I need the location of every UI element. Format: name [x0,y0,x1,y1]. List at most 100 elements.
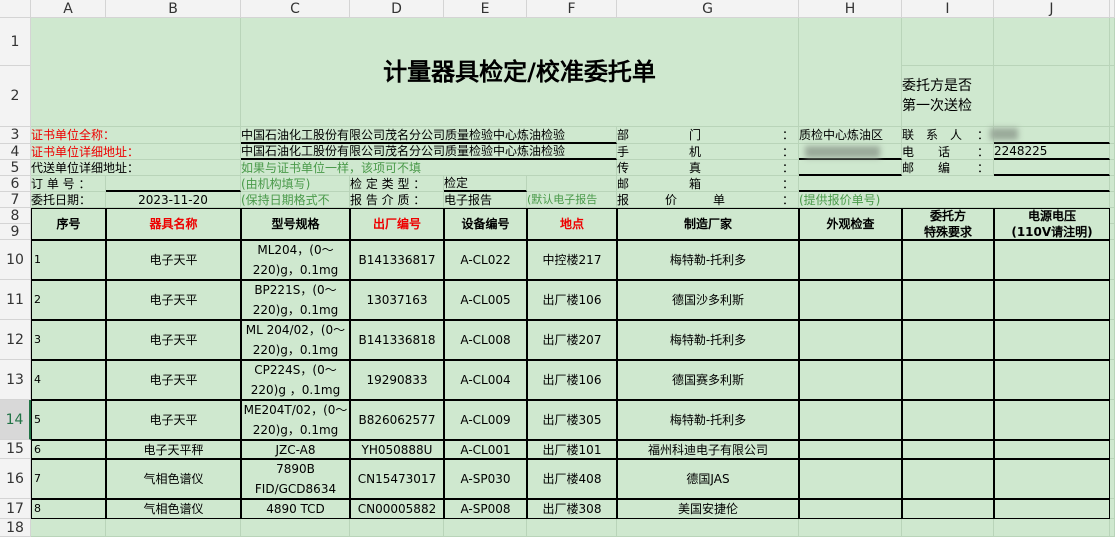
cell-row18[interactable] [799,519,902,537]
table-cell[interactable] [799,360,902,400]
table-cell[interactable]: ME204T/02，(0～ 220)g，0.1mg [241,400,350,440]
column-header-B[interactable]: B [106,0,241,18]
type-value[interactable]: 检定 [444,176,527,192]
table-cell[interactable]: 电子天平秤 [106,440,241,459]
table-cell[interactable]: 美国安捷伦 [617,499,799,519]
table-cell[interactable]: 出厂楼408 [527,459,617,499]
type-label[interactable]: 检 定 类 型 ： [350,176,444,192]
cell-j1[interactable] [994,18,1110,66]
table-cell[interactable] [799,280,902,320]
proxy-addr-label[interactable]: 代送单位详细地址： [31,160,241,176]
cell-a1[interactable] [31,18,241,127]
table-cell[interactable]: 电子天平 [106,280,241,320]
table-cell[interactable]: B826062577 [350,400,444,440]
table-cell[interactable]: A-CL005 [444,280,527,320]
table-header-6[interactable]: 制造厂家 [617,208,799,240]
table-cell[interactable]: YH050888U [350,440,444,459]
column-header-k[interactable] [1110,0,1115,18]
select-all-corner[interactable] [0,0,31,18]
cell-k[interactable] [1110,240,1115,280]
form-title[interactable]: 计量器具检定/校准委托单 [241,18,799,127]
table-cell[interactable]: A-SP030 [444,459,527,499]
table-cell[interactable] [994,360,1110,400]
row-header-17[interactable]: 17 [0,499,31,519]
table-header-2[interactable]: 型号规格 [241,208,350,240]
table-cell[interactable] [799,459,902,499]
table-cell[interactable]: CN00005882 [350,499,444,519]
table-cell[interactable]: 出厂楼106 [527,360,617,400]
row-header-16[interactable]: 16 [0,459,31,499]
cell-h1[interactable] [799,18,902,127]
cell-k[interactable] [1110,18,1115,66]
table-cell[interactable]: B141336817 [350,240,444,280]
table-cell[interactable] [902,440,994,459]
table-cell[interactable]: 电子天平 [106,320,241,360]
cert-name-value[interactable]: 中国石油化工股份有限公司茂名分公司质量检验中心炼油检验 [241,127,617,144]
medium-label[interactable]: 报 告 介 质 ： [350,192,444,208]
phone-value[interactable]: 2248225 [994,144,1110,160]
table-cell[interactable]: A-CL022 [444,240,527,280]
cert-addr-label[interactable]: 证书单位详细地址： [31,144,241,160]
table-cell[interactable]: 7890B FID/GCD8634 [241,459,350,499]
table-cell[interactable]: 出厂楼207 [527,320,617,360]
table-cell[interactable]: 19290833 [350,360,444,400]
proxy-addr-hint[interactable]: 如果与证书单位一样，该项可不填 [241,160,617,176]
dept-value[interactable]: 质检中心炼油区 [799,127,902,144]
table-cell[interactable]: 7 [31,459,106,499]
column-header-H[interactable]: H [799,0,902,18]
table-cell[interactable] [902,499,994,519]
label-email[interactable]: 邮 箱： [617,176,799,192]
row-header-10[interactable]: 10 [0,240,31,280]
table-cell[interactable] [994,440,1110,459]
table-header-3[interactable]: 出厂编号 [350,208,444,240]
email-value[interactable] [799,176,1110,192]
table-cell[interactable]: A-CL004 [444,360,527,400]
cell-row18[interactable] [241,519,350,537]
table-cell[interactable]: 出厂楼305 [527,400,617,440]
quote-hint[interactable]: (提供报价单号) [799,192,1110,208]
cell-k[interactable] [1110,176,1115,192]
cert-name-label[interactable]: 证书单位全称： [31,127,241,144]
cert-addr-value[interactable]: 中国石油化工股份有限公司茂名分公司质量检验中心炼油检验 [241,144,617,160]
table-cell[interactable]: 出厂楼308 [527,499,617,519]
date-hint[interactable]: (保持日期格式不 [241,192,350,208]
row-header-12[interactable]: 12 [0,320,31,360]
label-contact[interactable]: 联 系 人： [902,127,994,144]
table-cell[interactable]: 4890 TCD [241,499,350,519]
table-cell[interactable]: 德国JAS [617,459,799,499]
table-cell[interactable]: 4 [31,360,106,400]
table-cell[interactable] [799,499,902,519]
table-header-5[interactable]: 地点 [527,208,617,240]
table-header-7[interactable]: 外观检查 [799,208,902,240]
table-cell[interactable]: 出厂楼106 [527,280,617,320]
row-header-14[interactable]: 14 [0,400,31,440]
table-cell[interactable]: A-SP008 [444,499,527,519]
table-cell[interactable]: ML204，(0～ 220)g，0.1mg [241,240,350,280]
label-quote[interactable]: 报 价 单： [617,192,799,208]
table-cell[interactable]: 德国沙多利斯 [617,280,799,320]
table-cell[interactable] [902,320,994,360]
column-header-D[interactable]: D [350,0,444,18]
column-header-J[interactable]: J [994,0,1110,18]
cell-row18[interactable] [617,519,799,537]
table-cell[interactable]: A-CL008 [444,320,527,360]
row-header-1[interactable]: 1 [0,18,31,66]
table-cell[interactable] [994,320,1110,360]
table-cell[interactable] [994,240,1110,280]
cell-row18[interactable] [106,519,241,537]
table-header-4[interactable]: 设备编号 [444,208,527,240]
row-header-18[interactable]: 18 [0,519,31,537]
cell-row18[interactable] [350,519,444,537]
label-phone[interactable]: 电 话： [902,144,994,160]
cell-row18[interactable] [444,519,527,537]
cell-k[interactable] [1110,127,1115,144]
row-header-9[interactable]: 9 [0,224,31,240]
fax-value[interactable] [799,160,902,176]
date-label[interactable]: 委托日期： [31,192,106,208]
zip-value[interactable] [994,160,1110,176]
table-cell[interactable] [799,240,902,280]
row-header-8[interactable]: 8 [0,208,31,224]
table-cell[interactable]: 13037163 [350,280,444,320]
order-hint[interactable]: (由机构填写) [241,176,350,192]
table-cell[interactable] [902,400,994,440]
